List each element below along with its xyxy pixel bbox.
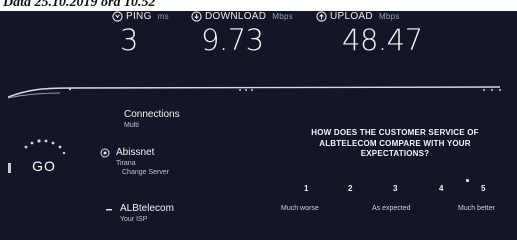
download-metric: DOWNLOAD Mbps 9.73 xyxy=(191,11,293,79)
change-server-link[interactable]: Change Server xyxy=(116,169,169,176)
rating-dot xyxy=(466,179,469,182)
upload-unit: Mbps xyxy=(378,12,400,21)
scale-label-high: Much better xyxy=(458,205,495,212)
host-name: Abissnet xyxy=(116,147,155,158)
rating-5-button[interactable]: 5 xyxy=(481,184,485,193)
ping-metric: PING ms 3 xyxy=(112,11,169,79)
graph-marker xyxy=(251,89,253,91)
rating-1-button[interactable]: 1 xyxy=(304,184,308,193)
graph-marker xyxy=(483,89,485,91)
rating-4-button[interactable]: 4 xyxy=(439,184,443,193)
connections-info: Connections Multi xyxy=(124,109,180,129)
globe-icon xyxy=(100,148,110,158)
side-handle xyxy=(8,163,11,173)
host-location: Tirana xyxy=(116,160,136,167)
ping-icon xyxy=(112,11,123,22)
scale-label-low: Much worse xyxy=(281,205,319,212)
connections-mode[interactable]: Multi xyxy=(124,122,180,129)
ping-label: PING xyxy=(126,11,152,22)
scale-label-mid: As expected xyxy=(372,205,411,212)
isp-name: ALBtelecom xyxy=(120,203,174,214)
isp-info: ALBtelecom Your ISP xyxy=(104,203,174,223)
speed-graph xyxy=(7,86,501,99)
ping-value: 3 xyxy=(120,23,138,57)
download-icon xyxy=(191,11,202,22)
rating-2-button[interactable]: 2 xyxy=(348,184,352,193)
go-control: GO xyxy=(14,133,76,195)
upload-metric: UPLOAD Mbps 48.47 xyxy=(316,11,423,79)
graph-marker xyxy=(68,87,72,91)
survey-question: HOW DOES THE CUSTOMER SERVICE OF ALBTELE… xyxy=(311,128,479,158)
graph-marker xyxy=(499,89,501,91)
isp-sub: Your ISP xyxy=(120,216,148,223)
download-curve xyxy=(7,86,501,98)
upload-value: 48.47 xyxy=(342,23,423,57)
download-label: DOWNLOAD xyxy=(205,11,267,22)
connections-label: Connections xyxy=(124,109,180,120)
graph-marker xyxy=(245,89,247,91)
graph-marker xyxy=(491,89,493,91)
go-button[interactable]: GO xyxy=(21,148,67,184)
host-info: Abissnet Tirana Change Server xyxy=(100,147,169,176)
graph-marker xyxy=(239,89,241,91)
speedtest-panel: PING ms 3 DOWNLOAD Mbps 9.73 UPLOAD Mbps… xyxy=(0,11,517,240)
rating-3-button[interactable]: 3 xyxy=(393,184,397,193)
ping-unit: ms xyxy=(157,12,169,21)
download-unit: Mbps xyxy=(272,12,294,21)
download-value: 9.73 xyxy=(201,23,264,57)
person-icon xyxy=(106,209,112,211)
upload-label: UPLOAD xyxy=(330,11,373,22)
upload-icon xyxy=(316,11,327,22)
